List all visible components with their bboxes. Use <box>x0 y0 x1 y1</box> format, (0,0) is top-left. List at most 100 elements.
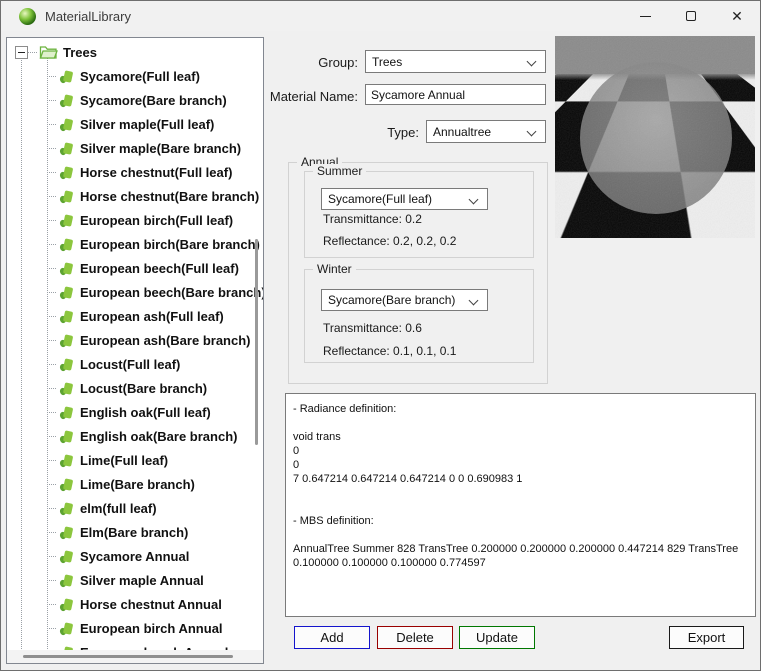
tree-item-label: European ash(Bare branch) <box>80 333 251 348</box>
tree-item-label: Horse chestnut(Bare branch) <box>80 189 259 204</box>
tree-item[interactable]: elm(full leaf) <box>7 496 263 520</box>
tree-item[interactable]: European beech(Bare branch) <box>7 280 263 304</box>
tree-connector <box>47 340 57 341</box>
winter-material-select[interactable]: Sycamore(Bare branch) <box>321 289 488 311</box>
tree-connector <box>47 292 57 293</box>
tree-item[interactable]: Silver maple Annual <box>7 568 263 592</box>
leaf-icon <box>58 524 75 541</box>
tree-item-label: Silver maple(Bare branch) <box>80 141 241 156</box>
leaf-icon <box>58 308 75 325</box>
minimize-button[interactable] <box>622 1 668 31</box>
leaf-icon <box>58 620 75 637</box>
add-button[interactable]: Add <box>294 626 370 649</box>
tree-item[interactable]: European birch(Bare branch) <box>7 232 263 256</box>
maximize-button[interactable] <box>668 1 714 31</box>
tree-item[interactable]: Sycamore(Bare branch) <box>7 88 263 112</box>
tree-connector <box>47 316 57 317</box>
group-select-value: Trees <box>372 55 402 69</box>
delete-button[interactable]: Delete <box>377 626 453 649</box>
tree-item[interactable]: Sycamore Annual <box>7 544 263 568</box>
tree-horizontal-scroll-thumb[interactable] <box>23 655 233 658</box>
tree-item[interactable]: Horse chestnut Annual <box>7 592 263 616</box>
tree-item[interactable]: Horse chestnut(Full leaf) <box>7 160 263 184</box>
material-library-window: MaterialLibrary ✕ Trees Sycamore( <box>0 0 761 671</box>
minimize-icon <box>640 16 651 17</box>
leaf-icon <box>58 356 75 373</box>
winter-material-value: Sycamore(Bare branch) <box>328 293 455 307</box>
tree-connector <box>28 52 38 53</box>
tree-item-label: Horse chestnut(Full leaf) <box>80 165 232 180</box>
summer-material-select[interactable]: Sycamore(Full leaf) <box>321 188 488 210</box>
leaf-icon <box>58 380 75 397</box>
tree-connector <box>47 268 57 269</box>
leaf-icon <box>58 572 75 589</box>
tree-item[interactable]: Elm(Bare branch) <box>7 520 263 544</box>
tree-item-label: European birch(Full leaf) <box>80 213 233 228</box>
tree-connector <box>47 556 57 557</box>
type-select[interactable]: Annualtree <box>426 120 546 143</box>
chevron-down-icon <box>469 195 479 205</box>
summer-legend: Summer <box>313 164 366 178</box>
tree-connector <box>47 76 57 77</box>
leaf-icon <box>58 116 75 133</box>
chevron-down-icon <box>527 57 537 67</box>
titlebar: MaterialLibrary ✕ <box>1 1 760 31</box>
material-name-input[interactable] <box>365 84 546 105</box>
tree-item[interactable]: Sycamore(Full leaf) <box>7 64 263 88</box>
tree-item-label: Lime(Bare branch) <box>80 477 195 492</box>
tree-item[interactable]: Horse chestnut(Bare branch) <box>7 184 263 208</box>
tree-vertical-scrollbar[interactable] <box>255 239 258 445</box>
tree-item[interactable]: European birch(Full leaf) <box>7 208 263 232</box>
close-button[interactable]: ✕ <box>714 1 760 31</box>
leaf-icon <box>58 596 75 613</box>
tree-connector <box>47 148 57 149</box>
tree-item-label: Sycamore Annual <box>80 549 189 564</box>
tree-connector <box>47 508 57 509</box>
tree-item[interactable]: Lime(Bare branch) <box>7 472 263 496</box>
export-button[interactable]: Export <box>669 626 744 649</box>
tree-item-label: European beech(Full leaf) <box>80 261 239 276</box>
material-tree-panel: Trees Sycamore(Full leaf) Sycamore(Bare … <box>6 37 264 664</box>
tree-item[interactable]: Locust(Bare branch) <box>7 376 263 400</box>
tree-item[interactable]: English oak(Bare branch) <box>7 424 263 448</box>
chevron-down-icon <box>469 296 479 306</box>
tree-item[interactable]: European birch Annual <box>7 616 263 640</box>
leaf-icon <box>58 68 75 85</box>
tree-item-label: Sycamore(Full leaf) <box>80 69 200 84</box>
preview-translucent-sphere <box>580 62 732 214</box>
leaf-icon <box>58 236 75 253</box>
tree-item[interactable]: Silver maple(Full leaf) <box>7 112 263 136</box>
tree-item[interactable]: European ash(Bare branch) <box>7 328 263 352</box>
leaf-icon <box>58 164 75 181</box>
leaf-icon <box>58 500 75 517</box>
app-icon <box>19 8 36 25</box>
leaf-icon <box>58 284 75 301</box>
winter-legend: Winter <box>313 262 356 276</box>
group-select[interactable]: Trees <box>365 50 546 73</box>
tree-item[interactable]: Locust(Full leaf) <box>7 352 263 376</box>
leaf-icon <box>58 92 75 109</box>
tree-item[interactable]: English oak(Full leaf) <box>7 400 263 424</box>
chevron-down-icon <box>527 127 537 137</box>
tree-root-item[interactable]: Trees <box>7 40 263 64</box>
tree-horizontal-scrollbar[interactable] <box>7 650 263 663</box>
summer-reflectance: Reflectance: 0.2, 0.2, 0.2 <box>323 234 456 248</box>
tree-item[interactable]: European ash(Full leaf) <box>7 304 263 328</box>
tree-connector <box>47 172 57 173</box>
leaf-icon <box>58 212 75 229</box>
tree-connector <box>47 436 57 437</box>
tree-item[interactable]: European beech(Full leaf) <box>7 256 263 280</box>
definition-textbox[interactable]: - Radiance definition: void trans 0 0 7 … <box>285 393 756 617</box>
type-select-value: Annualtree <box>433 125 491 139</box>
tree-connector <box>47 604 57 605</box>
tree-item-label: Horse chestnut Annual <box>80 597 222 612</box>
tree-item-label: Locust(Full leaf) <box>80 357 180 372</box>
tree-item-label: European birch(Bare branch) <box>80 237 260 252</box>
leaf-icon <box>58 476 75 493</box>
collapse-icon[interactable] <box>15 46 28 59</box>
update-button[interactable]: Update <box>459 626 535 649</box>
tree-root-label: Trees <box>63 45 97 60</box>
tree-item[interactable]: Lime(Full leaf) <box>7 448 263 472</box>
tree-item[interactable]: Silver maple(Bare branch) <box>7 136 263 160</box>
tree-connector <box>47 196 57 197</box>
